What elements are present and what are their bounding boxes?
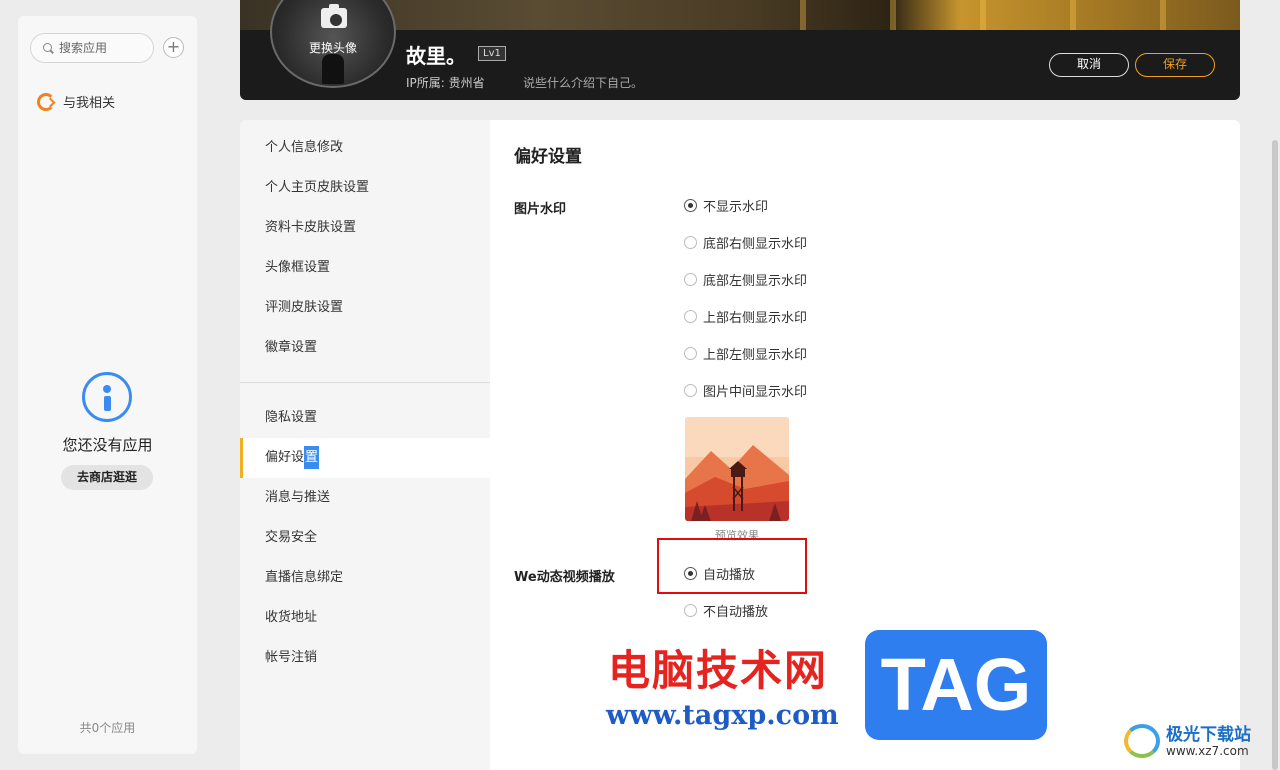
avatar[interactable]: 更换头像 (270, 0, 396, 88)
radio-button[interactable] (684, 235, 697, 249)
nav-item-profile-info[interactable]: 个人信息修改 (240, 128, 490, 168)
settings-nav: 个人信息修改 个人主页皮肤设置 资料卡皮肤设置 头像框设置 评测皮肤设置 徽章设… (240, 120, 490, 770)
radio-label: 上部右侧显示水印 (703, 310, 808, 326)
go-store-button[interactable]: 去商店逛逛 (61, 465, 153, 490)
related-to-me-item[interactable]: 与我相关 (37, 92, 115, 111)
nav-divider (240, 382, 490, 383)
radio-label: 底部右侧显示水印 (703, 236, 808, 252)
radio-label: 不自动播放 (703, 604, 769, 620)
radio-button[interactable] (684, 603, 697, 617)
site-logo-icon (1124, 724, 1160, 758)
ip-location: IP所属: 贵州省 (406, 76, 485, 90)
page-title: 偏好设置 (514, 147, 582, 167)
profile-banner: 更换头像 故里。 Lv1 IP所属: 贵州省 说些什么介绍下自己。 取消 保存 (240, 0, 1240, 100)
video-option-no-autoplay[interactable]: 不自动播放 (684, 601, 769, 620)
radio-label: 底部左侧显示水印 (703, 273, 808, 289)
watermark-option-bottom-left[interactable]: 底部左侧显示水印 (684, 270, 808, 289)
nav-item-homepage-skin[interactable]: 个人主页皮肤设置 (240, 168, 490, 208)
nav-item-card-skin[interactable]: 资料卡皮肤设置 (240, 208, 490, 248)
watermark-option-center[interactable]: 图片中间显示水印 (684, 381, 808, 400)
related-label: 与我相关 (63, 96, 116, 111)
radio-button[interactable] (684, 309, 697, 323)
app-search-box[interactable] (30, 33, 154, 63)
watermark-option-top-left[interactable]: 上部左侧显示水印 (684, 344, 808, 363)
empty-apps-text: 您还没有应用 (62, 436, 153, 454)
nav-item-trade-security[interactable]: 交易安全 (240, 518, 490, 558)
nav-item-account-cancel[interactable]: 帐号注销 (240, 638, 490, 678)
avatar-figure (322, 54, 344, 84)
cancel-button[interactable]: 取消 (1049, 53, 1129, 77)
site-domain: www.xz7.com (1166, 744, 1249, 758)
radio-button[interactable] (684, 383, 697, 397)
watermark-option-top-right[interactable]: 上部右侧显示水印 (684, 307, 808, 326)
app-count: 共0个应用 (79, 721, 136, 735)
nickname: 故里。 (406, 44, 466, 68)
nav-item-preferences-label: 偏好设 (265, 450, 305, 465)
radio-label: 上部左侧显示水印 (703, 347, 808, 363)
watermark-cn-text: 电脑技术网 (608, 646, 829, 695)
watermark-tag-logo: TAG (865, 630, 1047, 740)
nav-item-review-skin[interactable]: 评测皮肤设置 (240, 288, 490, 328)
app-search-input[interactable] (59, 41, 149, 55)
info-icon (82, 372, 132, 422)
add-app-button[interactable]: + (163, 37, 184, 58)
radio-button[interactable] (684, 272, 697, 286)
radio-button[interactable] (684, 198, 697, 212)
highlight-box (657, 538, 807, 594)
intro-field[interactable]: 说些什么介绍下自己。 (523, 74, 643, 91)
text-selection: 置 (304, 446, 320, 469)
watermark-preview-image (685, 417, 789, 521)
site-name: 极光下载站 (1166, 725, 1251, 745)
radio-button[interactable] (684, 346, 697, 360)
page-scrollbar[interactable] (1272, 140, 1278, 770)
radio-label: 图片中间显示水印 (703, 384, 808, 400)
camera-icon (321, 4, 347, 28)
watermark-option-bottom-right[interactable]: 底部右侧显示水印 (684, 233, 808, 252)
nav-item-live-binding[interactable]: 直播信息绑定 (240, 558, 490, 598)
watermark-option-none[interactable]: 不显示水印 (684, 196, 769, 215)
watermark-label: 图片水印 (514, 202, 567, 217)
nav-item-avatar-frame[interactable]: 头像框设置 (240, 248, 490, 288)
search-icon (43, 42, 54, 54)
watermark-url: www.tagxp.com (606, 700, 839, 731)
radio-label: 不显示水印 (703, 199, 769, 215)
nav-item-badge[interactable]: 徽章设置 (240, 328, 490, 368)
nav-item-notifications[interactable]: 消息与推送 (240, 478, 490, 518)
nav-item-preferences[interactable]: 偏好设置 (240, 438, 490, 478)
save-button[interactable]: 保存 (1135, 53, 1215, 77)
watermark-site-logo: 极光下载站 www.xz7.com (1120, 716, 1275, 766)
app-panel: + 与我相关 您还没有应用 去商店逛逛 共0个应用 (18, 16, 197, 754)
nav-item-privacy[interactable]: 隐私设置 (240, 398, 490, 438)
nav-item-address[interactable]: 收货地址 (240, 598, 490, 638)
video-autoplay-label: We动态视频播放 (514, 570, 615, 585)
related-icon (37, 92, 55, 111)
level-badge: Lv1 (478, 46, 506, 61)
